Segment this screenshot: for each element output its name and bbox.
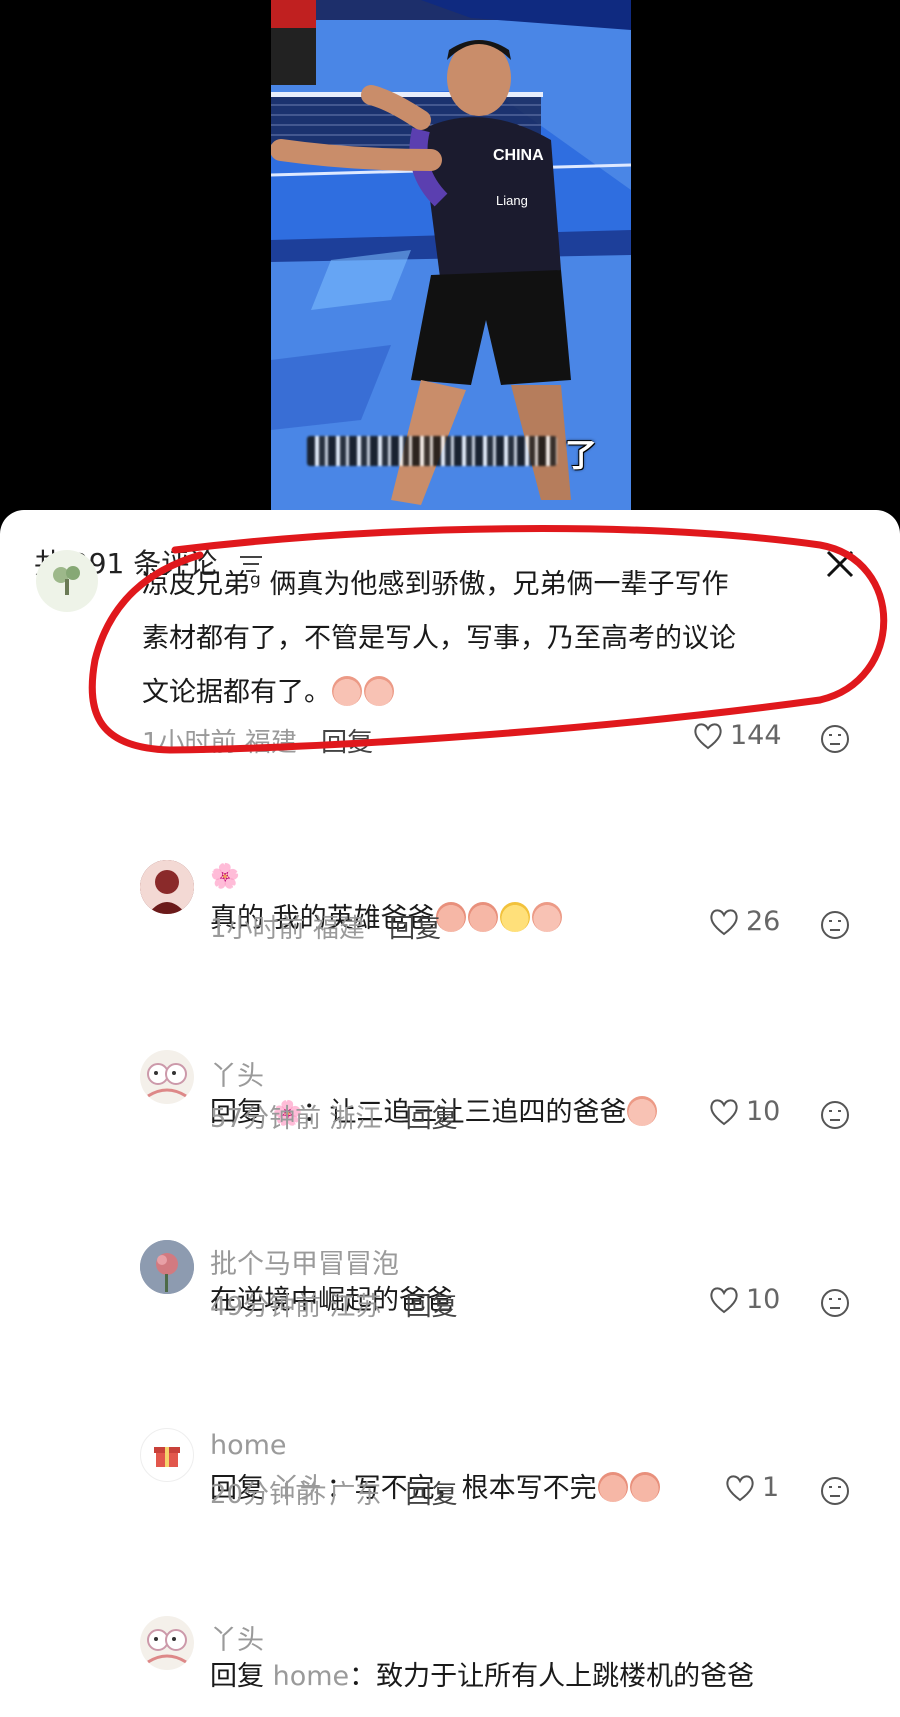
comment-text-content: ：致力于让所有人上跳楼机的爸爸 bbox=[349, 1661, 755, 1692]
video-frame: CHINA Liang 了 bbox=[271, 0, 631, 515]
cartoon-avatar-icon bbox=[147, 1063, 187, 1098]
comment-location: 江苏 bbox=[329, 1292, 382, 1322]
jersey-text: CHINA bbox=[493, 147, 544, 164]
like-count: 1 bbox=[762, 1472, 780, 1503]
comment-text-line-content: 文论据都有了。 bbox=[142, 677, 331, 708]
comment-meta: 49分钟前 江苏 回复 bbox=[210, 1286, 458, 1323]
like-button[interactable]: 26 bbox=[708, 906, 780, 937]
person-avatar-icon bbox=[140, 860, 194, 914]
heart-outline-icon bbox=[710, 1098, 738, 1125]
jersey-name: Liang bbox=[496, 193, 528, 208]
comment-time: 1小时前 bbox=[210, 914, 305, 944]
crying-emoji-icon bbox=[467, 901, 498, 932]
comment-location: 浙江 bbox=[329, 1104, 382, 1134]
comment-meta: 20分钟前 广东 回复 bbox=[210, 1474, 458, 1511]
yellow-emoji-icon bbox=[499, 901, 530, 932]
dislike-face-icon[interactable] bbox=[820, 1288, 850, 1318]
heart-outline-icon bbox=[694, 722, 722, 749]
dislike-face-icon[interactable] bbox=[820, 724, 850, 754]
avatar[interactable] bbox=[140, 1240, 194, 1294]
like-count: 10 bbox=[746, 1096, 781, 1127]
comment-text-line: 凉皮兄弟ᵍ 俩真为他感到骄傲，兄弟俩一辈子写作 bbox=[142, 569, 729, 600]
crying-emoji-icon bbox=[629, 1471, 660, 1502]
like-button[interactable]: 10 bbox=[708, 1284, 780, 1315]
close-icon[interactable] bbox=[822, 546, 858, 582]
crying-emoji-icon bbox=[597, 1471, 628, 1502]
video-caption: 了 bbox=[307, 430, 607, 476]
dislike-face-icon[interactable] bbox=[820, 1476, 850, 1506]
cartoon-avatar-icon bbox=[147, 1629, 187, 1664]
pig-emoji-icon bbox=[364, 675, 394, 706]
like-button[interactable]: 1 bbox=[724, 1472, 779, 1503]
like-count: 144 bbox=[730, 720, 782, 751]
reply-button[interactable]: 回复 bbox=[389, 914, 441, 944]
comment-location: 广东 bbox=[329, 1480, 382, 1510]
comment-time: 1小时前 bbox=[142, 728, 237, 758]
reply-button[interactable]: 回复 bbox=[321, 728, 373, 758]
caption-text: 了 bbox=[564, 436, 597, 474]
reply-prefix: 回复 bbox=[210, 1661, 264, 1692]
nickname: 🌸 bbox=[210, 860, 240, 891]
pig-emoji-icon bbox=[332, 675, 362, 706]
pig-emoji-icon bbox=[531, 901, 562, 932]
like-button[interactable]: 144 bbox=[692, 720, 782, 751]
heart-outline-icon bbox=[710, 908, 738, 935]
comment-text-line: 文论据都有了。 bbox=[142, 666, 736, 720]
avatar[interactable] bbox=[36, 550, 98, 612]
reply-button[interactable]: 回复 bbox=[406, 1292, 458, 1322]
comment-time: 49分钟前 bbox=[210, 1292, 322, 1322]
comment-meta: 1小时前 福建 回复 bbox=[142, 722, 373, 759]
avatar[interactable] bbox=[140, 860, 194, 914]
pig-emoji-icon bbox=[627, 1095, 658, 1126]
comment-text: 凉皮兄弟ᵍ 俩真为他感到骄傲，兄弟俩一辈子写作 素材都有了，不管是写人，写事，乃… bbox=[142, 558, 736, 720]
comment-time: 57分钟前 bbox=[210, 1104, 322, 1134]
dislike-face-icon[interactable] bbox=[820, 910, 850, 940]
comment-meta: 57分钟前 浙江 回复 bbox=[210, 1098, 458, 1135]
video-player[interactable]: CHINA Liang 了 bbox=[0, 0, 900, 515]
dislike-face-icon[interactable] bbox=[820, 1100, 850, 1130]
comment-meta: 1小时前 福建 回复 bbox=[210, 908, 441, 945]
flower-nickname: 🌸 bbox=[210, 862, 240, 890]
avatar[interactable] bbox=[140, 1050, 194, 1104]
comment-text-line: 素材都有了，不管是写人，写事，乃至高考的议论 bbox=[142, 623, 736, 654]
tree-avatar-icon bbox=[53, 566, 80, 595]
reply-to-nickname[interactable]: home bbox=[273, 1661, 350, 1692]
heart-outline-icon bbox=[710, 1286, 738, 1313]
like-count: 26 bbox=[746, 906, 781, 937]
comment-sheet: 共 291 条评论 凉皮兄弟ᵍ 俩真为他感到骄傲，兄弟俩一辈子写作 素材都有了，… bbox=[0, 510, 900, 1717]
avatar[interactable] bbox=[140, 1616, 194, 1670]
like-button[interactable]: 10 bbox=[708, 1096, 780, 1127]
nickname[interactable]: home bbox=[210, 1430, 287, 1461]
caption-mosaic bbox=[307, 436, 557, 466]
avatar[interactable] bbox=[140, 1428, 194, 1482]
comment-location: 福建 bbox=[312, 914, 365, 944]
gift-icon bbox=[154, 1447, 180, 1467]
reply-button[interactable]: 回复 bbox=[406, 1480, 458, 1510]
comment-location: 福建 bbox=[244, 728, 297, 758]
comment-time: 20分钟前 bbox=[210, 1480, 322, 1510]
comment-text: 回复 home：致力于让所有人上跳楼机的爸爸 bbox=[210, 1650, 754, 1704]
like-count: 10 bbox=[746, 1284, 781, 1315]
flower-avatar-icon bbox=[140, 1240, 194, 1294]
heart-outline-icon bbox=[726, 1474, 754, 1501]
reply-button[interactable]: 回复 bbox=[406, 1104, 458, 1134]
